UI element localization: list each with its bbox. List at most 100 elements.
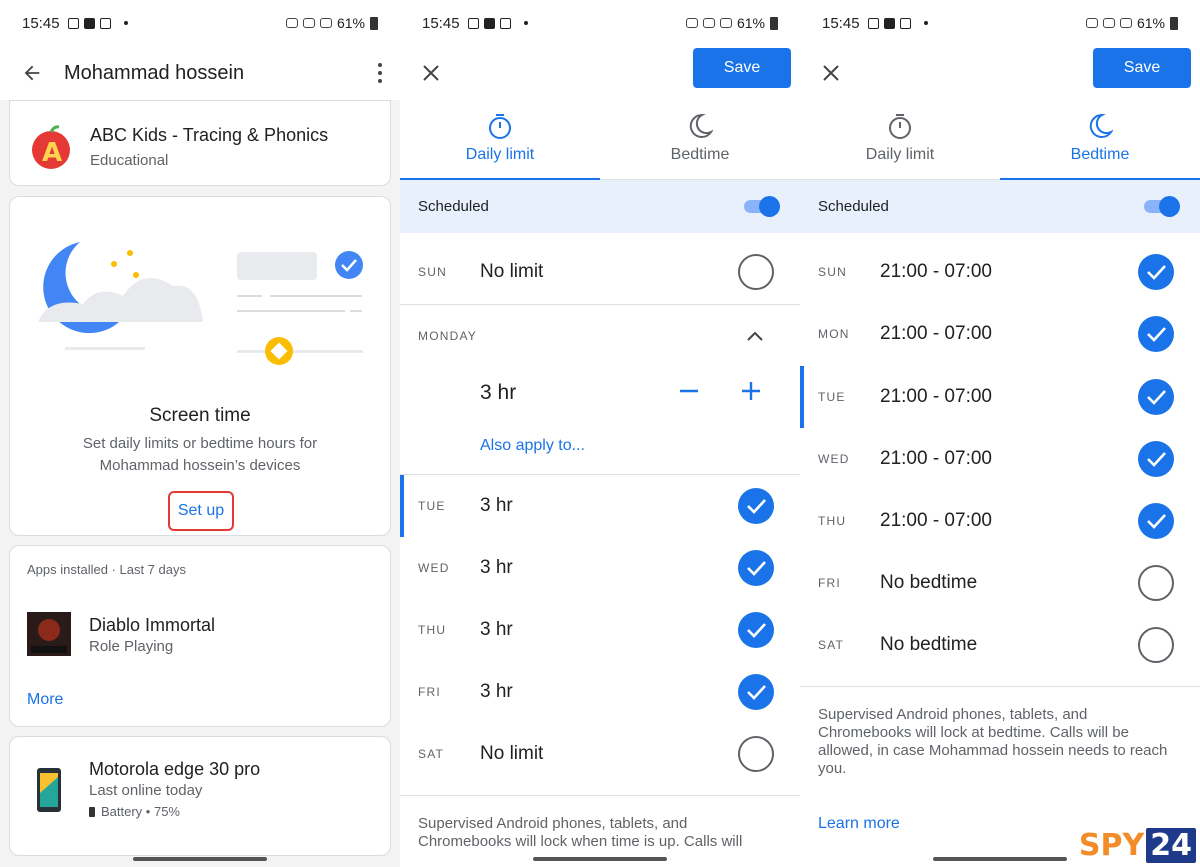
apps-installed-card: Apps installed · Last 7 days Diablo Immo…: [9, 545, 391, 727]
increase-button[interactable]: [741, 381, 761, 406]
scheduled-toggle[interactable]: [744, 196, 780, 217]
day-checkbox[interactable]: [1138, 254, 1174, 290]
day-abbr: SAT: [418, 747, 445, 761]
day-row-sun[interactable]: SUN 21:00 - 07:00: [800, 241, 1200, 303]
chevron-up-icon[interactable]: [746, 330, 764, 342]
app-card[interactable]: A ABC Kids - Tracing & Phonics Education…: [9, 100, 391, 186]
day-row-thu[interactable]: THU 3 hr: [400, 599, 800, 661]
divider: [800, 686, 1200, 687]
footer-note: Supervised Android phones, tablets, and …: [818, 706, 1168, 777]
daily-limit-panel: 15:45 61% Save Daily limit Bedtime Sched…: [400, 0, 800, 867]
day-value: 3 hr: [480, 619, 513, 640]
family-link-child-panel: 15:45 61% Mohammad hossein A ABC Kids - …: [0, 0, 400, 867]
device-battery-text: Battery • 75%: [101, 804, 180, 819]
svg-text:A: A: [42, 138, 62, 168]
day-row-mon[interactable]: MON 21:00 - 07:00: [800, 303, 1200, 365]
day-checkbox[interactable]: [738, 612, 774, 648]
day-checkbox[interactable]: [738, 550, 774, 586]
day-row-fri[interactable]: FRI 3 hr: [400, 661, 800, 723]
status-bar: 15:45 61%: [800, 0, 1200, 46]
tab-bar: Daily limit Bedtime: [400, 102, 800, 180]
timer-icon: [889, 114, 911, 139]
spy24-watermark-logo: SPY 24: [1079, 828, 1196, 863]
device-name: Motorola edge 30 pro: [89, 759, 261, 779]
day-value: 21:00 - 07:00: [880, 510, 992, 531]
day-checkbox[interactable]: [738, 254, 774, 290]
back-button[interactable]: [0, 62, 64, 84]
day-checkbox[interactable]: [1138, 627, 1174, 663]
day-row-wed[interactable]: WED 3 hr: [400, 537, 800, 599]
also-apply-link[interactable]: Also apply to...: [480, 437, 585, 455]
decrease-button[interactable]: [679, 381, 699, 406]
check-icon: [747, 561, 766, 576]
day-abbr: THU: [818, 514, 847, 528]
scheduled-label: Scheduled: [818, 198, 889, 215]
day-row-sat[interactable]: SAT No bedtime: [800, 614, 1200, 676]
tab-label: Daily limit: [865, 146, 935, 163]
close-button[interactable]: [400, 63, 462, 83]
status-time: 15:45: [422, 14, 460, 32]
home-indicator: [533, 857, 667, 861]
tab-daily-limit[interactable]: Daily limit: [400, 102, 600, 180]
day-row-fri[interactable]: FRI No bedtime: [800, 552, 1200, 614]
day-row-tue[interactable]: TUE 21:00 - 07:00: [800, 366, 1200, 428]
day-abbr: FRI: [418, 685, 441, 699]
battery-icon: [370, 16, 378, 30]
close-icon: [423, 65, 439, 81]
tab-label: Bedtime: [670, 146, 730, 163]
learn-more-link[interactable]: Learn more: [818, 815, 900, 833]
home-indicator: [933, 857, 1067, 861]
day-row-wed[interactable]: WED 21:00 - 07:00: [800, 428, 1200, 490]
day-checkbox[interactable]: [1138, 565, 1174, 601]
scheduled-label: Scheduled: [418, 198, 489, 215]
save-button[interactable]: Save: [1093, 48, 1191, 88]
day-abbr: TUE: [418, 499, 446, 513]
day-row-sat[interactable]: SAT No limit: [400, 723, 800, 785]
day-value: 21:00 - 07:00: [880, 448, 992, 469]
tab-bedtime[interactable]: Bedtime: [1000, 102, 1200, 180]
watermark-brand: SPY: [1078, 828, 1145, 863]
check-icon: [747, 685, 766, 700]
day-checkbox[interactable]: [738, 674, 774, 710]
day-checkbox[interactable]: [738, 488, 774, 524]
more-link[interactable]: More: [27, 691, 63, 709]
device-status: Last online today: [89, 782, 203, 799]
close-button[interactable]: [800, 63, 862, 83]
device-card[interactable]: Motorola edge 30 pro Last online today B…: [9, 736, 391, 856]
tab-daily-limit[interactable]: Daily limit: [800, 102, 1000, 179]
check-icon: [1147, 265, 1166, 280]
phone-icon: [37, 768, 61, 812]
scheduled-toggle[interactable]: [1144, 196, 1180, 217]
day-row-sun[interactable]: SUN No limit: [400, 241, 800, 303]
day-value: 21:00 - 07:00: [880, 386, 992, 407]
day-value: 3 hr: [480, 557, 513, 578]
day-abbr: FRI: [818, 576, 841, 590]
bedtime-panel: 15:45 61% Save Daily limit Bedtime Sched…: [800, 0, 1200, 867]
set-up-button[interactable]: Set up: [168, 491, 234, 531]
day-checkbox[interactable]: [1138, 503, 1174, 539]
tab-label: Bedtime: [1070, 146, 1130, 163]
moon-icon: [1089, 113, 1113, 138]
save-button[interactable]: Save: [693, 48, 791, 88]
day-checkbox[interactable]: [1138, 441, 1174, 477]
app-category: Educational: [90, 152, 169, 169]
system-icons: 61%: [685, 15, 778, 31]
battery-icon: [770, 16, 778, 30]
tab-label: Daily limit: [465, 146, 535, 163]
day-abbr: WED: [418, 561, 450, 575]
tab-bedtime[interactable]: Bedtime: [600, 102, 800, 179]
day-checkbox[interactable]: [1138, 379, 1174, 415]
more-options-button[interactable]: [360, 63, 400, 83]
monday-header: MONDAY: [418, 329, 477, 343]
day-row-tue[interactable]: TUE 3 hr: [400, 475, 800, 537]
day-value: No limit: [480, 743, 544, 764]
day-value: 3 hr: [480, 681, 513, 702]
timer-icon: [489, 114, 511, 139]
day-row-thu[interactable]: THU 21:00 - 07:00: [800, 490, 1200, 552]
day-checkbox[interactable]: [738, 736, 774, 772]
day-value: 21:00 - 07:00: [880, 323, 992, 344]
day-value: 21:00 - 07:00: [880, 261, 992, 282]
apps-installed-header: Apps installed · Last 7 days: [27, 562, 186, 577]
battery-percent: 61%: [1136, 15, 1165, 31]
day-checkbox[interactable]: [1138, 316, 1174, 352]
